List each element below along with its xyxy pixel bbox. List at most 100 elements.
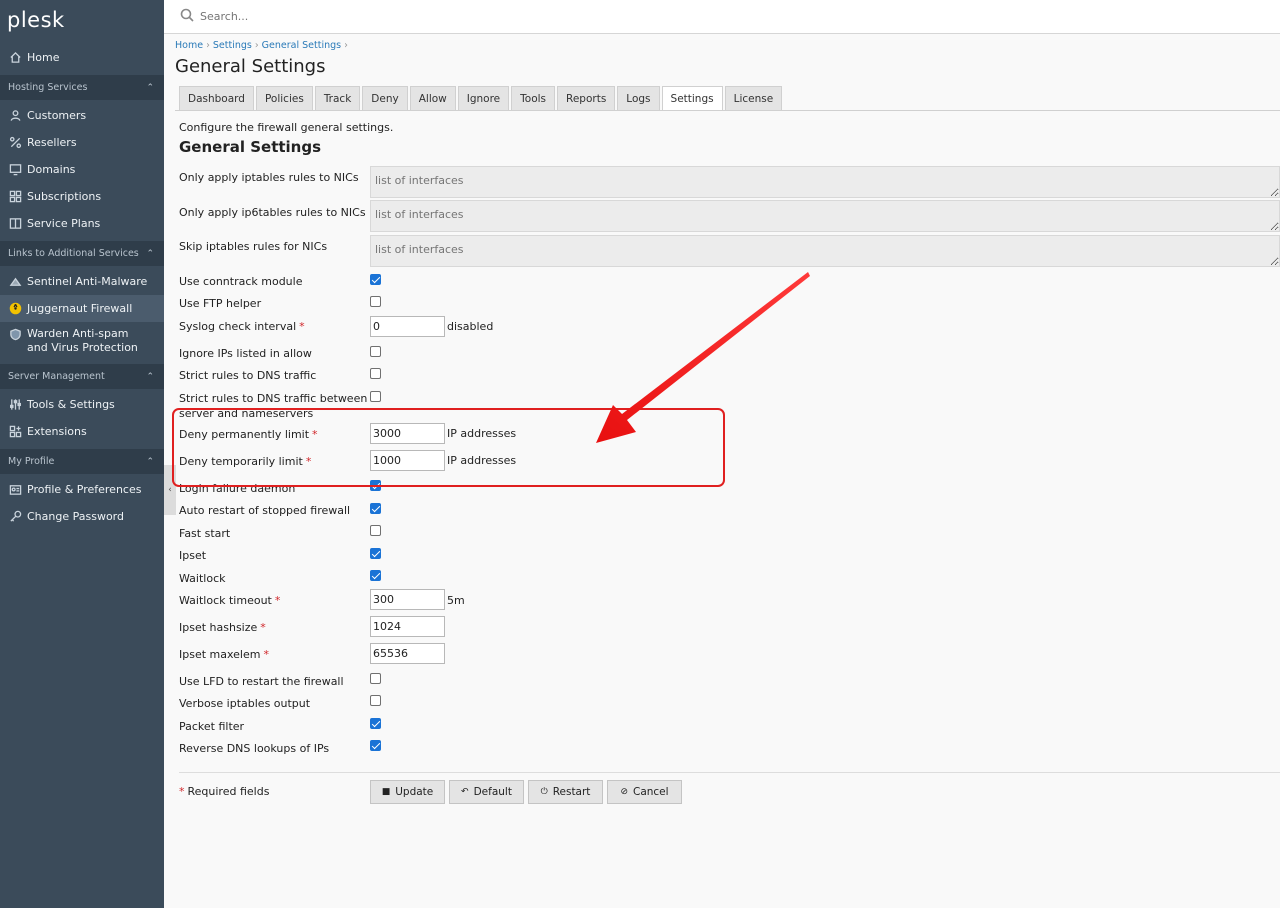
sidebar-item-domains[interactable]: Domains [0, 156, 164, 183]
waitlock-checkbox[interactable] [370, 570, 381, 581]
chevron-right-icon: › [206, 40, 210, 51]
verbose-output-checkbox[interactable] [370, 695, 381, 706]
sidebar-item-subscriptions[interactable]: Subscriptions [0, 183, 164, 210]
tab-dashboard[interactable]: Dashboard [179, 86, 254, 110]
sidebar-item-tools-settings[interactable]: Tools & Settings [0, 391, 164, 418]
chevron-right-icon: › [344, 40, 348, 51]
note-text: Required fields [187, 785, 270, 798]
tab-policies[interactable]: Policies [255, 86, 313, 110]
label-text: Ipset maxelem [179, 648, 261, 661]
search-input[interactable] [200, 10, 600, 23]
save-icon: ■ [381, 787, 391, 797]
field-label: Strict rules to DNS traffic [179, 369, 317, 382]
tab-deny[interactable]: Deny [362, 86, 408, 110]
unit-label: disabled [447, 320, 494, 333]
field-label: Use LFD to restart the firewall [179, 675, 344, 688]
chevron-up-icon: ⌃ [146, 456, 154, 467]
update-button[interactable]: ■ Update [370, 780, 445, 804]
breadcrumb-general-settings[interactable]: General Settings [262, 40, 341, 51]
sidebar-item-change-password[interactable]: Change Password [0, 503, 164, 530]
packet-filter-checkbox[interactable] [370, 718, 381, 729]
sidebar-item-extensions[interactable]: Extensions [0, 418, 164, 445]
default-button[interactable]: ↶ Default [449, 780, 524, 804]
tab-settings[interactable]: Settings [661, 86, 723, 110]
annotation-highlight-box [172, 408, 725, 487]
tab-tools[interactable]: Tools [511, 86, 556, 110]
sidebar-item-profile-preferences[interactable]: Profile & Preferences [0, 476, 164, 503]
field-label: Ipset hashsize * [179, 620, 266, 635]
percent-icon [8, 136, 22, 150]
plesk-logo[interactable]: plesk [0, 0, 164, 42]
sidebar-item-warden[interactable]: Warden Anti-spam and Virus Protection [0, 322, 164, 360]
iptables-nics-field[interactable] [370, 166, 1280, 198]
tab-divider [175, 110, 1280, 111]
ftp-helper-checkbox[interactable] [370, 296, 381, 307]
breadcrumb-home[interactable]: Home [175, 40, 203, 51]
auto-restart-checkbox[interactable] [370, 503, 381, 514]
cancel-button[interactable]: ⊘ Cancel [607, 780, 682, 804]
sidebar-item-label: Warden Anti-spam and Virus Protection [27, 327, 138, 354]
fast-start-checkbox[interactable] [370, 525, 381, 536]
sidebar-item-label: Extensions [27, 425, 87, 438]
conntrack-checkbox[interactable] [370, 274, 381, 285]
sliders-icon [8, 398, 22, 412]
user-icon [8, 109, 22, 123]
ipset-maxelem-input[interactable] [370, 643, 445, 664]
syslog-interval-input[interactable] [370, 316, 445, 337]
ipset-hashsize-input[interactable] [370, 616, 445, 637]
tab-track[interactable]: Track [314, 86, 361, 110]
strict-dns-checkbox[interactable] [370, 368, 381, 379]
tab-allow[interactable]: Allow [409, 86, 456, 110]
lfd-restart-checkbox[interactable] [370, 673, 381, 684]
button-label: Update [395, 786, 434, 798]
sidebar-item-label: Profile & Preferences [27, 483, 142, 496]
ip6tables-nics-field[interactable] [370, 200, 1280, 232]
sidebar-item-customers[interactable]: Customers [0, 102, 164, 129]
section-my-profile[interactable]: My Profile ⌃ [0, 449, 164, 474]
sidebar-item-service-plans[interactable]: Service Plans [0, 210, 164, 237]
sidebar-item-label: Home [27, 51, 60, 64]
sidebar-item-label: Service Plans [27, 217, 101, 230]
tab-reports[interactable]: Reports [557, 86, 616, 110]
power-icon: ⏻ [540, 787, 548, 797]
section-label: My Profile [8, 456, 55, 467]
field-label: Use conntrack module [179, 275, 303, 288]
button-label: Default [473, 786, 512, 798]
skip-iptables-nics-field[interactable] [370, 235, 1280, 267]
field-label: Reverse DNS lookups of IPs [179, 742, 330, 755]
sidebar-item-juggernaut-firewall[interactable]: Juggernaut Firewall [0, 295, 164, 322]
breadcrumb-settings[interactable]: Settings [213, 40, 252, 51]
tab-logs[interactable]: Logs [617, 86, 660, 110]
field-label: Verbose iptables output [179, 697, 311, 710]
required-marker: * [299, 320, 305, 333]
field-label: Ipset [179, 549, 207, 562]
sidebar-item-sentinel[interactable]: Sentinel Anti-Malware [0, 268, 164, 295]
tab-ignore[interactable]: Ignore [457, 86, 510, 110]
breadcrumb: Home › Settings › General Settings › [175, 40, 351, 51]
section-label: Server Management [8, 371, 105, 382]
ipset-checkbox[interactable] [370, 548, 381, 559]
strict-dns-nameservers-checkbox[interactable] [370, 391, 381, 402]
page-description: Configure the firewall general settings. [179, 121, 394, 134]
section-hosting-services[interactable]: Hosting Services ⌃ [0, 75, 164, 100]
book-icon [8, 217, 22, 231]
tab-license[interactable]: License [724, 86, 783, 110]
field-label: Packet filter [179, 720, 245, 733]
section-server-management[interactable]: Server Management ⌃ [0, 364, 164, 389]
ignore-ips-checkbox[interactable] [370, 346, 381, 357]
label-text: Syslog check interval [179, 320, 297, 333]
sidebar-item-resellers[interactable]: Resellers [0, 129, 164, 156]
section-links-to-additional-services[interactable]: Links to Additional Services ⌃ [0, 241, 164, 266]
waitlock-timeout-input[interactable] [370, 589, 445, 610]
sidebar-item-label: Juggernaut Firewall [27, 302, 133, 315]
chevron-up-icon: ⌃ [146, 371, 154, 382]
key-icon [8, 510, 22, 524]
sidebar-item-home[interactable]: Home [0, 44, 164, 71]
restart-button[interactable]: ⏻ Restart [528, 780, 603, 804]
unit-label: 5m [447, 594, 465, 607]
sidebar-item-label: Subscriptions [27, 190, 102, 203]
field-label: Syslog check interval * [179, 319, 305, 334]
section-label: Hosting Services [8, 82, 88, 93]
reverse-dns-checkbox[interactable] [370, 740, 381, 751]
sidebar-item-label: Customers [27, 109, 87, 122]
